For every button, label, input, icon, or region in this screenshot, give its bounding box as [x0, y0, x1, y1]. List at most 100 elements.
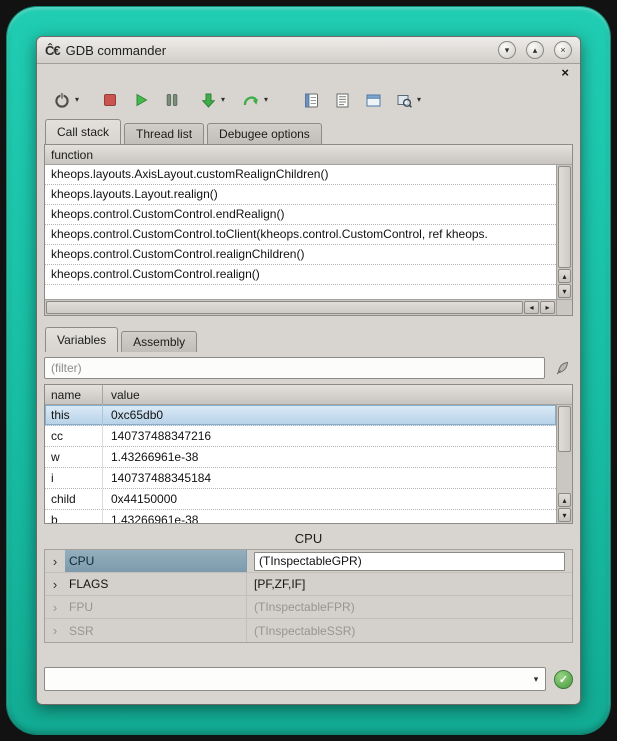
register-group-name[interactable]: FPU — [65, 596, 247, 618]
variable-row[interactable]: cc 140737488347216 — [45, 426, 556, 447]
register-group-name[interactable]: SSR — [65, 619, 247, 642]
gdb-power-button[interactable] — [49, 87, 75, 113]
register-group-value[interactable]: (TInspectableFPR) — [254, 600, 565, 614]
pen-button[interactable] — [551, 357, 573, 379]
scroll-up-button[interactable]: ▴ — [558, 269, 571, 283]
pause-button[interactable] — [159, 87, 185, 113]
titlebar[interactable]: Ĉ€ GDB commander ▾ ▴ × — [37, 37, 580, 64]
command-combobox[interactable]: ▾ — [44, 667, 546, 691]
scrollbar-track[interactable] — [557, 453, 572, 493]
variable-name: this — [45, 405, 103, 425]
callstack-row[interactable]: kheops.control.CustomControl.realign() — [45, 265, 556, 285]
scroll-left-button[interactable]: ◂ — [524, 301, 539, 314]
step-over-button[interactable] — [238, 87, 264, 113]
callstack-vertical-scrollbar[interactable]: ▴ ▾ — [556, 165, 572, 299]
notebook-icon — [303, 92, 320, 109]
dock-header: × — [37, 64, 580, 81]
scrollbar-thumb[interactable] — [558, 406, 571, 452]
confirm-button[interactable]: ✓ — [554, 670, 573, 689]
column-function: function — [45, 148, 93, 162]
continue-button[interactable] — [128, 87, 154, 113]
cpu-row[interactable]: › SSR (TInspectableSSR) — [45, 619, 572, 642]
cpu-row[interactable]: › FPU (TInspectableFPR) — [45, 596, 572, 619]
column-name: name — [45, 385, 103, 404]
maximize-icon: ▴ — [533, 46, 538, 55]
variable-value: 1.43266961e-38 — [103, 510, 556, 523]
variable-value: 1.43266961e-38 — [103, 447, 556, 467]
scroll-right-icon: ▸ — [545, 303, 549, 312]
variable-row[interactable]: i 140737488345184 — [45, 468, 556, 489]
tab[interactable]: Debugee options — [207, 123, 322, 144]
tab[interactable]: Thread list — [124, 123, 204, 144]
console-window-icon — [365, 92, 382, 109]
variable-name: child — [45, 489, 103, 509]
scroll-up-icon: ▴ — [562, 272, 566, 281]
expander-icon[interactable]: › — [45, 619, 65, 642]
scroll-right-button[interactable]: ▸ — [540, 301, 555, 314]
panel-close-button[interactable]: × — [561, 66, 569, 79]
splitter[interactable] — [37, 316, 580, 327]
cpu-row[interactable]: › CPU (TInspectableGPR) — [45, 550, 572, 573]
register-group-value[interactable]: (TInspectableSSR) — [254, 624, 565, 638]
combo-dropdown-icon[interactable]: ▾ — [527, 674, 545, 685]
callstack-row[interactable]: kheops.layouts.Layout.realign() — [45, 185, 556, 205]
variable-row[interactable]: this 0xc65db0 — [45, 405, 556, 426]
callstack-row[interactable]: kheops.control.CustomControl.realignChil… — [45, 245, 556, 265]
variables-rows: this 0xc65db0 cc 140737488347216 w 1.432… — [45, 405, 556, 523]
variable-name: i — [45, 468, 103, 488]
expander-icon[interactable]: › — [45, 573, 65, 595]
callstack-row[interactable]: kheops.layouts.AxisLayout.customRealignC… — [45, 165, 556, 185]
filter-row — [44, 354, 573, 381]
commands-button[interactable] — [298, 87, 324, 113]
cpu-row[interactable]: › FLAGS [PF,ZF,IF] — [45, 573, 572, 596]
step-button[interactable] — [195, 87, 221, 113]
power-dropdown-icon[interactable]: ▾ — [75, 96, 87, 104]
step-over-dropdown-icon[interactable]: ▾ — [264, 96, 276, 104]
register-group-value[interactable]: [PF,ZF,IF] — [254, 577, 565, 591]
expander-icon[interactable]: › — [45, 596, 65, 618]
output-list-button[interactable] — [329, 87, 355, 113]
console-button[interactable] — [360, 87, 386, 113]
register-group-name[interactable]: FLAGS — [65, 573, 247, 595]
watch-button[interactable] — [391, 87, 417, 113]
variable-value: 0xc65db0 — [103, 405, 556, 425]
minimize-icon: ▾ — [505, 46, 510, 55]
tab[interactable]: Call stack — [45, 119, 121, 144]
callstack-row[interactable]: kheops.control.CustomControl.toClient(kh… — [45, 225, 556, 245]
scrollbar-thumb[interactable] — [558, 166, 571, 268]
scroll-up-button[interactable]: ▴ — [558, 493, 571, 507]
variables-panel: name value this 0xc65db0 cc 140737488347… — [44, 384, 573, 524]
variable-row[interactable]: b 1.43266961e-38 — [45, 510, 556, 523]
callstack-row[interactable]: kheops.control.CustomControl.endRealign(… — [45, 205, 556, 225]
step-over-arrow-icon — [242, 92, 260, 108]
register-group-value[interactable]: (TInspectableGPR) — [254, 552, 565, 571]
scroll-down-button[interactable]: ▾ — [558, 284, 571, 298]
variables-vertical-scrollbar[interactable]: ▴ ▾ — [556, 405, 572, 523]
minimize-button[interactable]: ▾ — [498, 41, 516, 59]
scrollbar-thumb[interactable] — [46, 301, 523, 314]
scroll-down-icon: ▾ — [562, 287, 566, 296]
filter-input[interactable] — [44, 357, 545, 379]
variable-row[interactable]: w 1.43266961e-38 — [45, 447, 556, 468]
scroll-up-icon: ▴ — [562, 496, 566, 505]
scroll-down-button[interactable]: ▾ — [558, 508, 571, 522]
inspector-tabbar: Variables Assembly — [37, 327, 580, 352]
column-value: value — [103, 388, 140, 402]
register-group-name[interactable]: CPU — [65, 550, 247, 572]
variable-row[interactable]: child 0x44150000 — [45, 489, 556, 510]
step-dropdown-icon[interactable]: ▾ — [221, 96, 233, 104]
tab[interactable]: Assembly — [121, 331, 197, 352]
cpu-groupbox: CPU › CPU (TInspectableGPR) › FLAGS [PF,… — [44, 529, 573, 643]
maximize-button[interactable]: ▴ — [526, 41, 544, 59]
expander-icon[interactable]: › — [45, 550, 65, 572]
variable-value: 140737488345184 — [103, 468, 556, 488]
stop-button[interactable] — [97, 87, 123, 113]
check-icon: ✓ — [559, 673, 568, 686]
stop-icon — [102, 92, 118, 108]
close-button[interactable]: × — [554, 41, 572, 59]
callstack-horizontal-scrollbar[interactable]: ◂ ▸ — [45, 299, 556, 315]
scrollbar-corner — [556, 299, 572, 315]
watch-dropdown-icon[interactable]: ▾ — [417, 96, 429, 104]
scroll-down-icon: ▾ — [562, 511, 566, 520]
tab[interactable]: Variables — [45, 327, 118, 352]
